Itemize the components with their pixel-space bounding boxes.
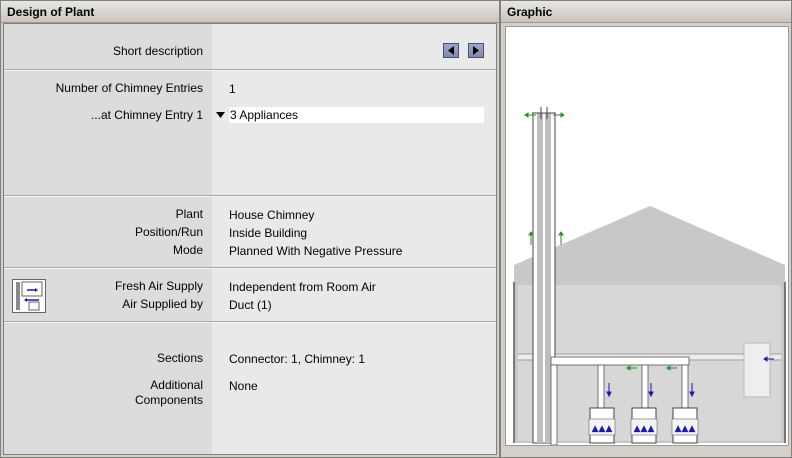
fresh-air-label: Fresh Air Supply [114,279,203,293]
separator [4,195,496,197]
components-label: Components [134,393,203,407]
plant-value[interactable]: House Chimney [229,207,314,223]
additional-value[interactable]: None [229,378,258,394]
design-of-plant-panel: Design of Plant Short description Number… [0,0,500,458]
additional-label: Additional [150,378,203,392]
air-supplied-label: Air Supplied by [122,297,203,311]
graphic-panel: Graphic ▲▲▲ ▲▲▲ ▲▲▲ [500,0,792,458]
fresh-air-supply-icon[interactable] [12,279,46,313]
separator [4,321,496,323]
prev-button[interactable] [443,43,459,58]
air-supplied-value[interactable]: Duct (1) [229,297,272,313]
triangle-right-icon [473,46,479,55]
next-button[interactable] [468,43,484,58]
boiler-icon: ▲▲▲ [671,407,699,444]
position-value[interactable]: Inside Building [229,225,307,241]
chimney-entries-value[interactable]: 1 [229,81,236,97]
svg-text:▲▲▲: ▲▲▲ [634,424,655,434]
separator [4,267,496,269]
panel-title: Graphic [501,1,791,23]
boiler-icon: ▲▲▲ [630,407,658,444]
sections-label: Sections [156,351,203,365]
mode-value[interactable]: Planned With Negative Pressure [229,243,402,259]
short-description-label: Short description [112,44,203,58]
plant-diagram: ▲▲▲ ▲▲▲ ▲▲▲ [513,107,786,446]
panel-title: Design of Plant [1,1,499,23]
svg-text:▲▲▲: ▲▲▲ [675,424,696,434]
boiler-icon: ▲▲▲ [588,407,616,444]
chimney-entry-label: ...at Chimney Entry 1 [90,108,203,122]
plant-form: Short description Number of Chimney Entr… [3,23,497,455]
separator [4,69,496,71]
mode-label: Mode [172,243,203,257]
chimney-entries-label: Number of Chimney Entries [55,81,203,95]
position-label: Position/Run [134,225,203,239]
fresh-air-duct [743,342,771,398]
fresh-air-value[interactable]: Independent from Room Air [229,279,376,295]
plant-graphic[interactable]: ▲▲▲ ▲▲▲ ▲▲▲ [505,26,789,446]
triangle-down-icon[interactable] [216,112,225,118]
triangle-left-icon [448,46,454,55]
chimney-entry-select[interactable]: 3 Appliances [229,107,484,123]
plant-label: Plant [175,207,203,221]
svg-text:▲▲▲: ▲▲▲ [592,424,613,434]
sections-value[interactable]: Connector: 1, Chimney: 1 [229,351,365,367]
